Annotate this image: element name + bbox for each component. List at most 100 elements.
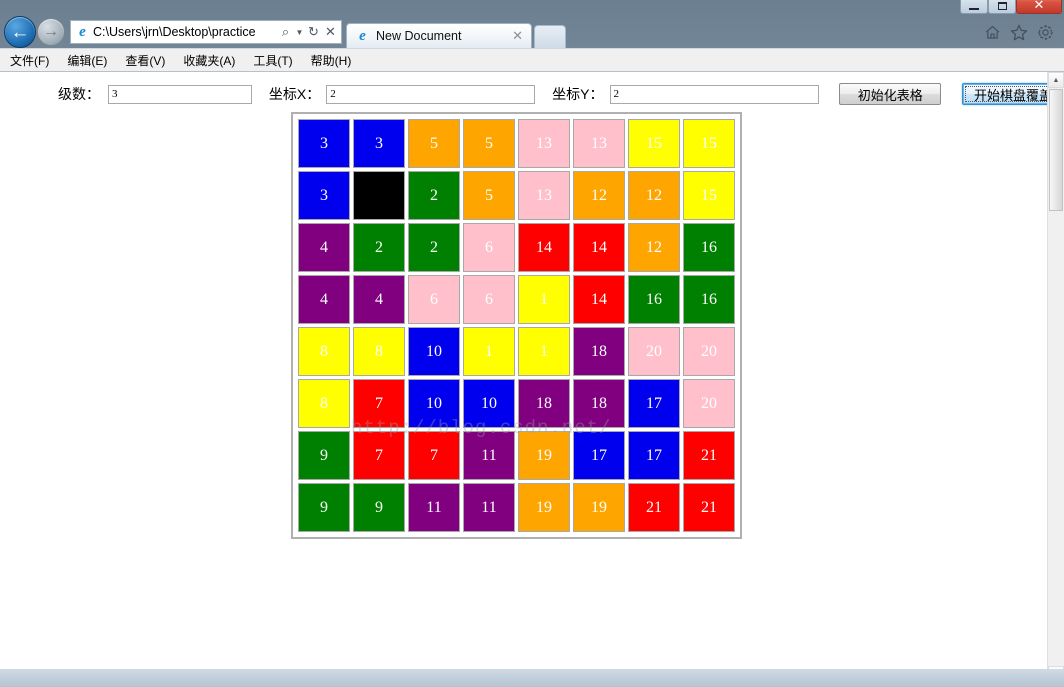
board-cell[interactable]: 12	[628, 223, 680, 272]
maximize-button[interactable]	[988, 0, 1016, 14]
board-cell[interactable]: 6	[463, 223, 515, 272]
board-cell[interactable]: 19	[518, 483, 570, 532]
chessboard-table[interactable]: 3 3 5 5 13 13 15 15 3 2 5 13 12 12 15 4 2 2 6 14 14 12 16 4 4 6 6 1…	[291, 112, 742, 539]
menu-help[interactable]: 帮助(H)	[309, 51, 354, 70]
menu-view[interactable]: 查看(V)	[123, 51, 167, 70]
chevron-down-icon[interactable]: ▼	[294, 28, 305, 37]
board-cell[interactable]: 6	[463, 275, 515, 324]
board-cell[interactable]: 15	[683, 119, 735, 168]
board-cell[interactable]: 2	[408, 171, 460, 220]
board-cell[interactable]: 10	[463, 379, 515, 428]
home-icon[interactable]	[984, 24, 1001, 41]
new-tab-button[interactable]	[534, 25, 566, 48]
board-cell[interactable]: 8	[298, 327, 350, 376]
board-cell[interactable]: 9	[298, 431, 350, 480]
board-cell[interactable]: 17	[628, 379, 680, 428]
board-cell[interactable]: 17	[628, 431, 680, 480]
address-bar[interactable]: e C:\Users\jrn\Desktop\practice ⌕ ▼ ↻ ✕	[70, 20, 342, 44]
board-cell[interactable]: 21	[628, 483, 680, 532]
board-cell[interactable]: 10	[408, 379, 460, 428]
tab-new-document[interactable]: e New Document ✕	[346, 23, 532, 48]
tab-strip: e New Document ✕	[346, 16, 566, 48]
favorites-star-icon[interactable]	[1010, 24, 1028, 41]
board-cell[interactable]: 21	[683, 483, 735, 532]
board-cell[interactable]: 15	[628, 119, 680, 168]
board-cell[interactable]: 11	[463, 431, 515, 480]
minimize-button[interactable]	[960, 0, 988, 14]
forward-button[interactable]: →	[37, 18, 65, 46]
board-cell[interactable]: 13	[518, 119, 570, 168]
board-cell[interactable]: 13	[518, 171, 570, 220]
board-cell[interactable]: 5	[463, 171, 515, 220]
board-cell[interactable]: 18	[573, 327, 625, 376]
board-cell[interactable]: 3	[298, 171, 350, 220]
board-cell-hole[interactable]	[353, 171, 405, 220]
board-cell[interactable]: 4	[298, 223, 350, 272]
board-cell[interactable]: 8	[353, 327, 405, 376]
board-cell[interactable]: 7	[408, 431, 460, 480]
board-cell[interactable]: 12	[573, 171, 625, 220]
window-controls: ✕	[960, 0, 1062, 14]
board-cell[interactable]: 8	[298, 379, 350, 428]
board-cell[interactable]: 7	[353, 431, 405, 480]
board-cell[interactable]: 11	[463, 483, 515, 532]
back-button[interactable]: ←	[4, 16, 36, 48]
menu-bar: 文件(F) 编辑(E) 查看(V) 收藏夹(A) 工具(T) 帮助(H)	[0, 48, 1064, 72]
coord-y-label: 坐标Y：	[552, 86, 604, 102]
board-cell[interactable]: 14	[573, 275, 625, 324]
board-cell[interactable]: 11	[408, 483, 460, 532]
coord-y-input[interactable]	[609, 84, 819, 104]
board-cell[interactable]: 5	[408, 119, 460, 168]
navigation-bar: ← → e C:\Users\jrn\Desktop\practice ⌕ ▼ …	[0, 16, 1064, 48]
scrollbar-thumb[interactable]	[1049, 89, 1063, 211]
refresh-icon[interactable]: ↻	[305, 24, 322, 40]
board-cell[interactable]: 2	[353, 223, 405, 272]
board-cell[interactable]: 19	[573, 483, 625, 532]
close-button[interactable]: ✕	[1016, 0, 1062, 14]
board-cell[interactable]: 1	[518, 327, 570, 376]
board-cell[interactable]: 17	[573, 431, 625, 480]
tools-gear-icon[interactable]	[1037, 24, 1054, 41]
board-cell[interactable]: 16	[628, 275, 680, 324]
board-cell[interactable]: 10	[408, 327, 460, 376]
menu-edit[interactable]: 编辑(E)	[65, 51, 109, 70]
board-cell[interactable]: 14	[573, 223, 625, 272]
board-cell[interactable]: 16	[683, 275, 735, 324]
board-cell[interactable]: 20	[628, 327, 680, 376]
scroll-up-button[interactable]: ▲	[1048, 72, 1064, 88]
board-cell[interactable]: 15	[683, 171, 735, 220]
board-cell[interactable]: 4	[298, 275, 350, 324]
level-input[interactable]	[108, 84, 252, 104]
board-cell[interactable]: 20	[683, 327, 735, 376]
board-cell[interactable]: 7	[353, 379, 405, 428]
tab-close-icon[interactable]: ✕	[509, 28, 526, 44]
coord-x-input[interactable]	[326, 84, 536, 104]
board-cell[interactable]: 16	[683, 223, 735, 272]
board-cell[interactable]: 5	[463, 119, 515, 168]
board-cell[interactable]: 3	[298, 119, 350, 168]
board-cell[interactable]: 20	[683, 379, 735, 428]
menu-tools[interactable]: 工具(T)	[251, 51, 294, 70]
board-cell[interactable]: 19	[518, 431, 570, 480]
init-table-button[interactable]: 初始化表格	[839, 83, 942, 105]
vertical-scrollbar[interactable]: ▲ ▼	[1047, 72, 1064, 682]
address-input[interactable]: C:\Users\jrn\Desktop\practice	[91, 25, 277, 39]
board-cell[interactable]: 12	[628, 171, 680, 220]
board-cell[interactable]: 1	[518, 275, 570, 324]
menu-favorites[interactable]: 收藏夹(A)	[181, 51, 237, 70]
board-cell[interactable]: 4	[353, 275, 405, 324]
search-icon[interactable]: ⌕	[277, 24, 294, 40]
board-cell[interactable]: 14	[518, 223, 570, 272]
menu-file[interactable]: 文件(F)	[8, 51, 51, 70]
board-cell[interactable]: 1	[463, 327, 515, 376]
board-cell[interactable]: 2	[408, 223, 460, 272]
board-cell[interactable]: 6	[408, 275, 460, 324]
stop-icon[interactable]: ✕	[322, 24, 339, 40]
board-cell[interactable]: 9	[298, 483, 350, 532]
board-cell[interactable]: 3	[353, 119, 405, 168]
board-cell[interactable]: 13	[573, 119, 625, 168]
board-cell[interactable]: 9	[353, 483, 405, 532]
board-cell[interactable]: 18	[573, 379, 625, 428]
board-cell[interactable]: 18	[518, 379, 570, 428]
board-cell[interactable]: 21	[683, 431, 735, 480]
